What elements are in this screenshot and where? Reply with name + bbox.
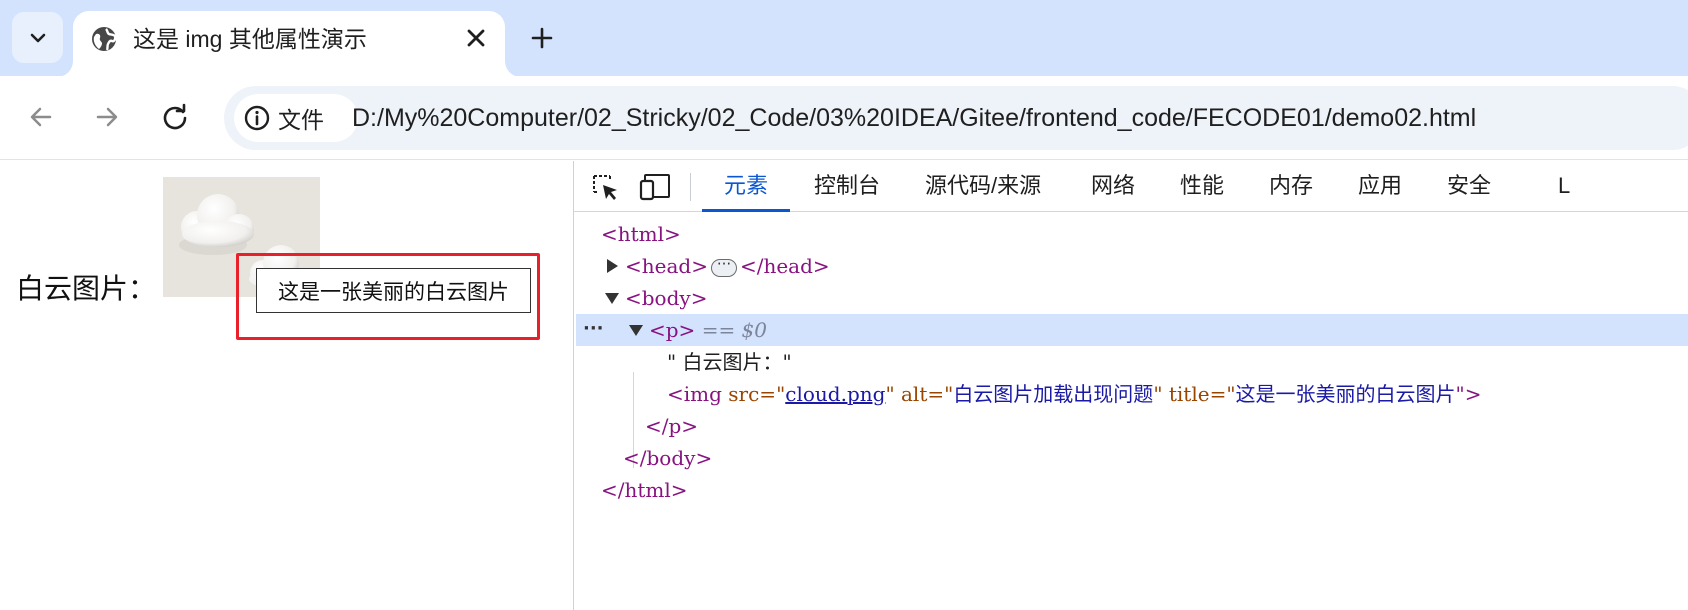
devtools-panel: 元素 控制台 源代码/来源 网络 性能 内存 应用 安全 L <html> <h… xyxy=(573,161,1688,610)
body-close-tag: </body> xyxy=(623,446,713,470)
text-node-content: " 白云图片：" xyxy=(667,350,792,374)
tab-search-button[interactable] xyxy=(12,12,63,63)
globe-icon xyxy=(92,27,117,51)
info-icon xyxy=(244,105,270,131)
attr-src-name: src=" xyxy=(728,382,786,406)
tab-network[interactable]: 网络 xyxy=(1091,161,1135,212)
toolbar-separator xyxy=(690,173,691,201)
arrow-right-icon xyxy=(96,107,118,127)
dom-text-node[interactable]: " 白云图片：" xyxy=(667,346,792,378)
attr-src-link[interactable]: cloud.png xyxy=(785,382,885,406)
attr-title-name: " title=" xyxy=(1153,382,1236,406)
tab-security[interactable]: 安全 xyxy=(1447,161,1491,212)
plus-icon xyxy=(531,27,553,49)
new-tab-button[interactable] xyxy=(524,20,560,56)
attr-alt-value: 白云图片加载出现问题 xyxy=(953,382,1154,406)
arrow-left-icon xyxy=(30,107,52,127)
devtools-tab-bar: 元素 控制台 源代码/来源 网络 性能 内存 应用 安全 L xyxy=(574,161,1688,212)
p-close-tag: </p> xyxy=(645,414,699,438)
tab-close-icon[interactable] xyxy=(461,23,491,53)
expand-triangle-icon[interactable] xyxy=(607,259,618,273)
browser-tab-active[interactable]: 这是 img 其他属性演示 xyxy=(73,11,505,77)
img-open-tag: <img xyxy=(667,382,729,406)
head-close-tag: </head> xyxy=(739,254,830,278)
back-button[interactable] xyxy=(19,95,63,139)
ellipsis-icon[interactable]: ··· xyxy=(710,256,737,277)
browser-toolbar: 文件 D:/My%20Computer/02_Stricky/02_Code/0… xyxy=(0,76,1688,160)
body-open-tag: <body> xyxy=(625,286,708,310)
collapse-triangle-icon[interactable] xyxy=(629,325,643,336)
dom-tree: <html> <head> ··· </head> <body> ··· <p> =… xyxy=(574,212,1688,610)
site-info-chip[interactable]: 文件 xyxy=(234,94,358,142)
attr-alt-name: " alt=" xyxy=(885,382,954,406)
paragraph-text: 白云图片： xyxy=(16,272,157,305)
dom-node-head[interactable]: <head> ··· </head> xyxy=(607,250,830,282)
site-info-label: 文件 xyxy=(278,107,324,133)
attr-title-value: 这是一张美丽的白云图片 xyxy=(1235,382,1456,406)
page-viewport: 白云图片： 这是一张美丽的白云图片 xyxy=(0,161,573,610)
p-open-tag: <p> xyxy=(649,318,696,342)
tab-application[interactable]: 应用 xyxy=(1358,161,1402,212)
tab-title: 这是 img 其他属性演示 xyxy=(133,26,367,52)
device-toolbar-icon[interactable] xyxy=(638,171,672,203)
annotation-highlight-box xyxy=(236,253,540,340)
html-open-tag: <html> xyxy=(601,222,681,246)
collapse-triangle-icon[interactable] xyxy=(605,293,619,304)
tab-performance[interactable]: 性能 xyxy=(1180,161,1224,212)
dom-node-img[interactable]: <img src="cloud.png" alt="白云图片加载出现问题" ti… xyxy=(667,378,1482,410)
tab-memory[interactable]: 内存 xyxy=(1269,161,1313,212)
address-bar[interactable]: 文件 D:/My%20Computer/02_Stricky/02_Code/0… xyxy=(224,86,1688,150)
dom-node-p-selected[interactable]: ··· <p> == $0 xyxy=(576,314,1688,346)
chevron-down-icon xyxy=(30,33,45,42)
tab-console[interactable]: 控制台 xyxy=(814,161,880,212)
more-options-icon[interactable]: ··· xyxy=(583,313,604,345)
selected-node-marker: == $0 xyxy=(701,318,768,342)
reload-button[interactable] xyxy=(153,95,197,139)
dom-node-body[interactable]: <body> xyxy=(605,282,707,314)
dom-node-p-close[interactable]: </p> xyxy=(645,410,698,442)
url-text[interactable]: D:/My%20Computer/02_Stricky/02_Code/03%2… xyxy=(352,102,1476,134)
tab-sources[interactable]: 源代码/来源 xyxy=(925,161,1041,212)
img-close-bracket: "> xyxy=(1455,382,1482,406)
dom-node-html[interactable]: <html> xyxy=(601,218,681,250)
reload-icon xyxy=(163,103,187,130)
tab-elements[interactable]: 元素 xyxy=(701,161,791,212)
inspect-element-icon[interactable] xyxy=(588,171,622,203)
head-open-tag: <head> xyxy=(625,254,708,278)
dom-node-body-close[interactable]: </body> xyxy=(623,442,712,474)
tab-lighthouse[interactable]: L xyxy=(1558,161,1570,212)
dom-node-html-close[interactable]: </html> xyxy=(601,474,688,506)
html-close-tag: </html> xyxy=(601,478,688,502)
forward-button[interactable] xyxy=(85,95,129,139)
tab-strip: 这是 img 其他属性演示 xyxy=(0,0,1688,77)
